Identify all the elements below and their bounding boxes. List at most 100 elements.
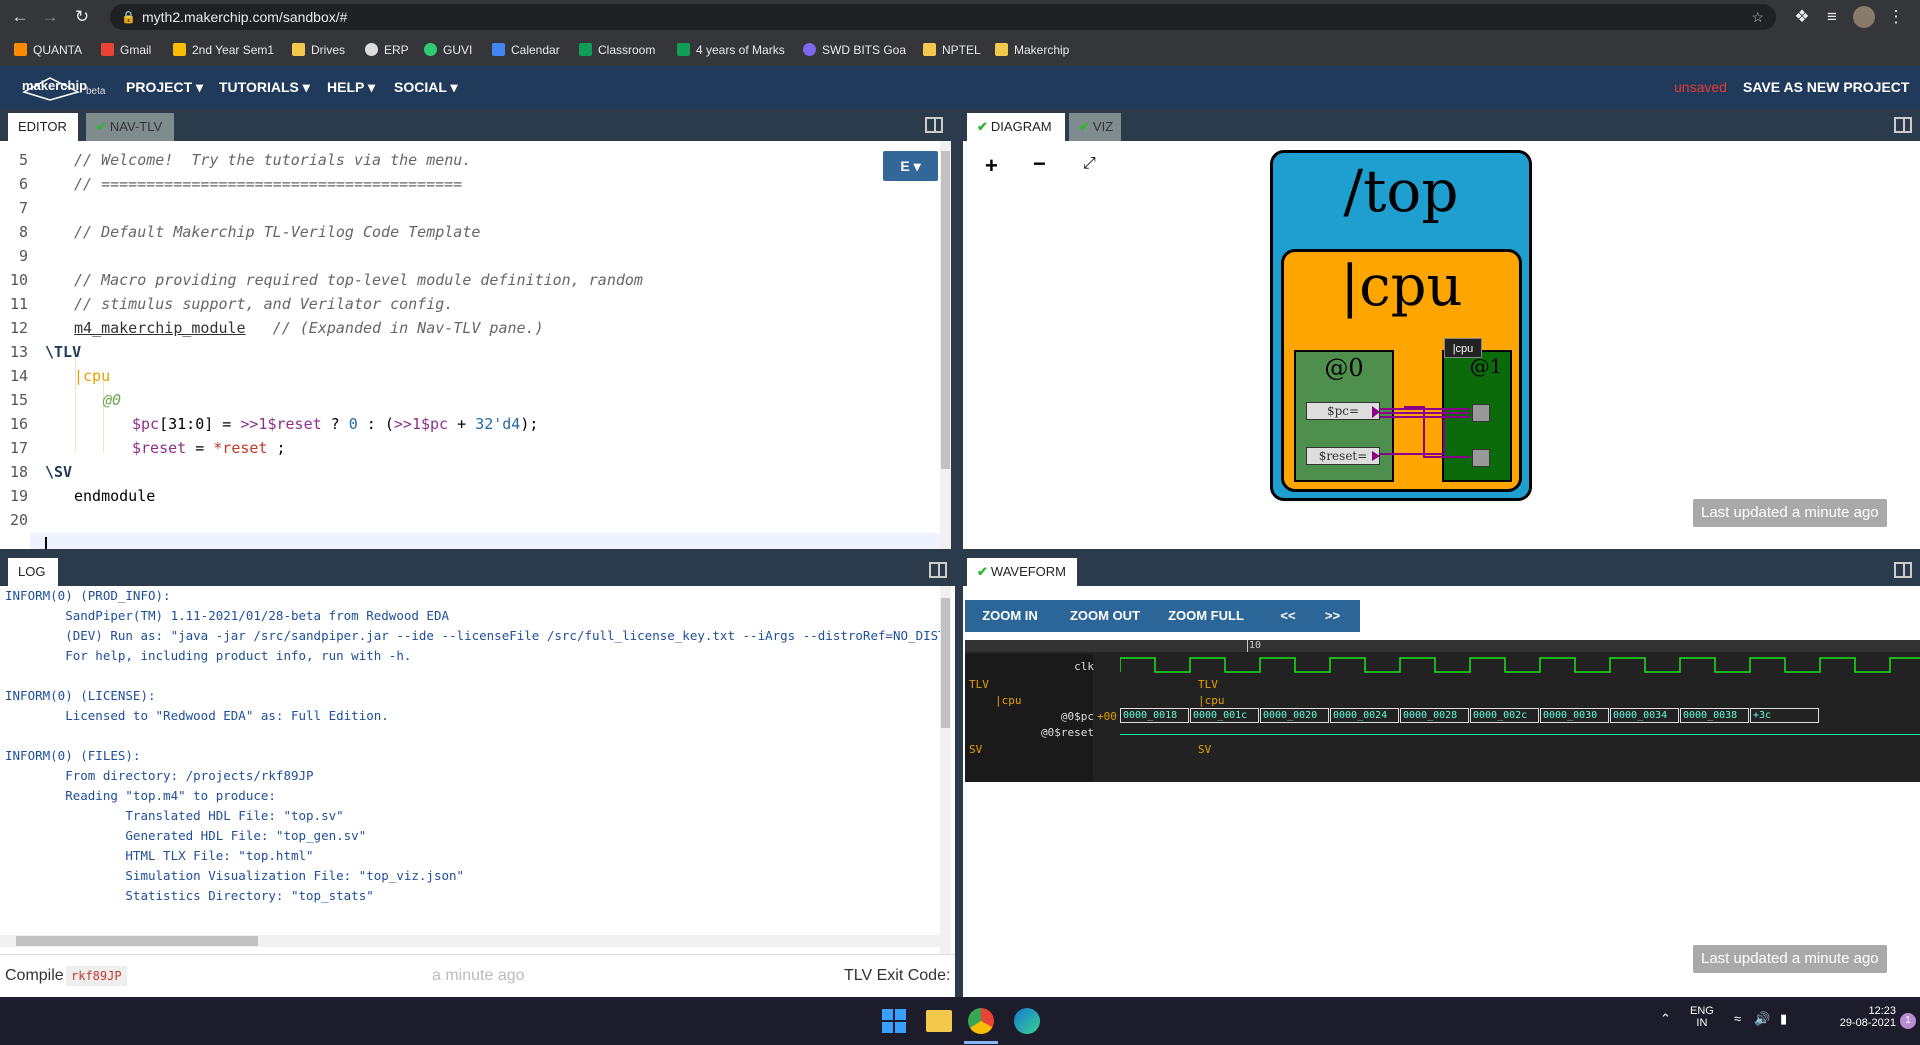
notification-badge[interactable]: 1 [1900, 1013, 1916, 1029]
waveform-viewer[interactable]: 10 clk TLV |cpu @0$pc +00 @0$reset SV TL… [965, 640, 1920, 782]
code-area[interactable]: 5 6 7 8 9 10 11 12 13 14 15 16 17 18 19 … [0, 141, 940, 549]
bookmark-sem1[interactable]: 2nd Year Sem1 [173, 34, 274, 66]
cpu-pipeline-box[interactable]: |cpu @0 $pc= $reset= @1 |cpu [1281, 249, 1522, 492]
pc-value-cell[interactable]: 0000_0020 [1260, 708, 1329, 723]
diagram-tabbar: ✔ DIAGRAM ✔ VIZ [963, 109, 1920, 141]
clock[interactable]: 12:23 29-08-2021 [1836, 1005, 1896, 1029]
extensions-icon[interactable]: ❖ [1790, 5, 1814, 29]
row-tlv-label: TLV [1198, 678, 1218, 691]
bookmark-swd[interactable]: SWD BITS Goa [803, 34, 906, 66]
signal-cpu[interactable]: |cpu [995, 694, 1022, 707]
top-label: /top [1343, 157, 1459, 225]
pc-value-cell[interactable]: +3c [1750, 708, 1819, 723]
row-sv-label: SV [1198, 743, 1212, 756]
tray-chevron-icon[interactable]: ⌃ [1660, 1011, 1671, 1027]
signal-tlv[interactable]: TLV [969, 678, 989, 691]
bookmark-quanta[interactable]: QUANTA [14, 34, 82, 66]
zoom-in-icon[interactable]: + [985, 153, 998, 179]
fit-icon[interactable]: ⤢ [1083, 155, 1096, 173]
save-as-new-project-button[interactable]: SAVE AS NEW PROJECT [1743, 66, 1909, 109]
signal-sv[interactable]: SV [969, 743, 982, 756]
star-icon[interactable]: ☆ [1751, 4, 1764, 30]
bookmark-gmail[interactable]: Gmail [101, 34, 151, 66]
code-line-6: // =====================================… [74, 175, 463, 193]
edge-icon[interactable] [1014, 1008, 1040, 1034]
zoom-out-button[interactable]: ZOOM OUT [1055, 600, 1155, 632]
line-number: 5 [18, 151, 28, 169]
bookmark-nptel[interactable]: NPTEL [923, 34, 981, 66]
menu-tutorials[interactable]: TUTORIALS ▾ [219, 66, 310, 109]
bookmark-calendar[interactable]: Calendar [492, 34, 560, 66]
mode-dropdown-button[interactable]: E ▾ [883, 151, 938, 181]
pc-value-cell[interactable]: 0000_0030 [1540, 708, 1609, 723]
gmail-icon [101, 43, 114, 56]
language-indicator[interactable]: ENG IN [1690, 1005, 1714, 1029]
forward-icon[interactable]: → [38, 5, 62, 29]
pc-value-cell[interactable]: 0000_0024 [1330, 708, 1399, 723]
line-number: 12 [9, 319, 28, 337]
zoom-out-icon[interactable]: − [1033, 151, 1046, 177]
signal-reset[interactable]: @0$reset [1041, 726, 1094, 739]
profile-avatar[interactable] [1853, 6, 1875, 28]
zoom-in-button[interactable]: ZOOM IN [965, 600, 1055, 632]
makerchip-logo[interactable]: makerchip [20, 70, 87, 104]
pc-value-cell[interactable]: 0000_0018 [1120, 708, 1189, 723]
top-module-box[interactable]: /top |cpu @0 $pc= $reset= @1 |cpu [1270, 150, 1532, 501]
folder-icon [923, 43, 936, 56]
tab-diagram[interactable]: ✔ DIAGRAM [967, 113, 1065, 141]
pc-value-cell[interactable]: 0000_0038 [1680, 708, 1749, 723]
menu-social[interactable]: SOCIAL ▾ [394, 66, 458, 109]
signal-pc[interactable]: @0$pc [1061, 710, 1094, 723]
bookmark-drives[interactable]: Drives [292, 34, 345, 66]
line-number: 17 [9, 439, 28, 457]
code-line-14: |cpu [74, 367, 111, 385]
tab-nav-tlv[interactable]: ✔ NAV-TLV [86, 113, 174, 141]
bookmark-makerchip[interactable]: Makerchip [995, 34, 1069, 66]
start-icon[interactable] [882, 1009, 906, 1033]
volume-icon[interactable]: 🔊 [1754, 1011, 1770, 1027]
bookmark-guvi[interactable]: GUVI [424, 34, 472, 66]
reading-list-icon[interactable]: ≡ [1820, 5, 1844, 29]
pc-value-cell[interactable]: 0000_002c [1470, 708, 1539, 723]
reload-icon[interactable]: ↻ [70, 5, 94, 29]
pc-value-cell[interactable]: 0000_0034 [1610, 708, 1679, 723]
menu-project[interactable]: PROJECT ▾ [126, 66, 203, 109]
tab-editor[interactable]: EDITOR [8, 113, 78, 141]
tab-viz[interactable]: ✔ VIZ [1069, 113, 1121, 141]
scroll-left-button[interactable]: << [1268, 600, 1308, 632]
pc-value-cell[interactable]: 0000_001c [1190, 708, 1259, 723]
bookmark-classroom[interactable]: Classroom [579, 34, 655, 66]
tab-waveform[interactable]: ✔ WAVEFORM [967, 558, 1077, 586]
line-number: 20 [9, 511, 28, 529]
log-line: Simulation Visualization File: "top_viz.… [5, 868, 465, 883]
maximize-waveform-icon[interactable] [1894, 562, 1912, 578]
chrome-taskbar-icon[interactable] [968, 1008, 994, 1034]
compile-id[interactable]: rkf89JP [66, 966, 127, 986]
editor-scrollbar[interactable] [940, 141, 951, 549]
file-explorer-icon[interactable] [926, 1010, 952, 1032]
exit-code-label: TLV Exit Code: [844, 967, 951, 984]
log-line: Generated HDL File: "top_gen.sv" [5, 828, 367, 843]
address-bar[interactable]: 🔒 myth2.makerchip.com/sandbox/# ☆ [110, 4, 1776, 30]
signal-clk[interactable]: clk [1074, 660, 1094, 673]
maximize-diagram-icon[interactable] [1894, 117, 1912, 133]
wifi-icon[interactable]: ≈ [1734, 1011, 1741, 1026]
code-line-19: endmodule [74, 487, 156, 505]
battery-icon[interactable]: ▮ [1780, 1011, 1787, 1027]
tab-log[interactable]: LOG [8, 558, 58, 586]
bookmark-erp[interactable]: ERP [365, 34, 409, 66]
bookmark-marks[interactable]: 4 years of Marks [677, 34, 785, 66]
pc-value-cell[interactable]: 0000_0028 [1400, 708, 1469, 723]
maximize-log-icon[interactable] [929, 562, 947, 578]
back-icon[interactable]: ← [8, 5, 32, 29]
code-line-11: // stimulus support, and Verilator confi… [74, 295, 454, 313]
zoom-full-button[interactable]: ZOOM FULL [1155, 600, 1257, 632]
menu-help[interactable]: HELP ▾ [327, 66, 375, 109]
maximize-editor-icon[interactable] [925, 117, 943, 133]
check-icon: ✔ [977, 564, 988, 579]
folder-icon [995, 43, 1008, 56]
log-hscrollbar[interactable] [0, 935, 940, 947]
log-vscrollbar[interactable] [940, 586, 951, 956]
scroll-right-button[interactable]: >> [1310, 600, 1355, 632]
chrome-menu-icon[interactable]: ⋮ [1884, 5, 1908, 29]
